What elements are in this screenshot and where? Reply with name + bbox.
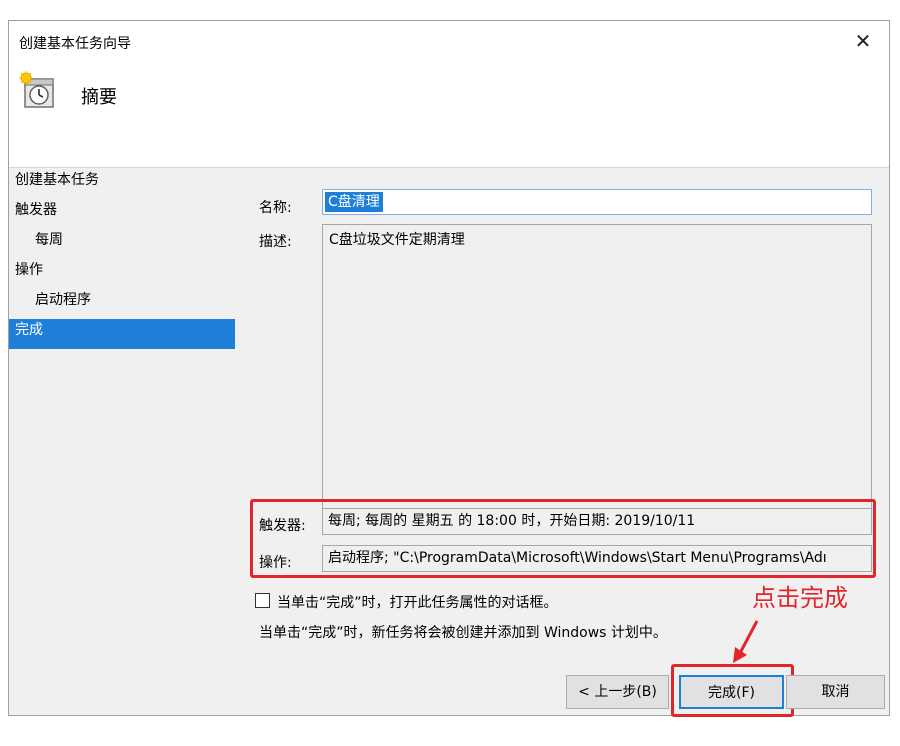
open-properties-label: 当单击“完成”时，打开此任务属性的对话框。	[277, 595, 558, 611]
close-icon[interactable]: ✕	[845, 25, 881, 57]
finish-button[interactable]: 完成(F)	[679, 675, 784, 709]
step-create-basic-task[interactable]: 创建基本任务	[9, 169, 235, 199]
name-value: C盘清理	[325, 192, 383, 212]
trigger-action-highlight	[250, 499, 876, 578]
step-weekly[interactable]: 每周	[9, 229, 235, 259]
title-bar: 创建基本任务向导 ✕	[9, 21, 889, 63]
wizard-steps: 创建基本任务 触发器 每周 操作 启动程序 完成	[9, 169, 235, 349]
step-label: 启动程序	[35, 292, 91, 308]
open-properties-checkbox[interactable]	[255, 593, 270, 608]
step-trigger[interactable]: 触发器	[9, 199, 235, 229]
clock-calendar-icon	[19, 71, 54, 108]
name-label: 名称:	[259, 200, 292, 216]
arrow-icon	[733, 620, 759, 663]
step-label: 每周	[35, 232, 63, 248]
step-label: 触发器	[15, 202, 57, 218]
wizard-header: 摘要	[9, 63, 889, 168]
window-title: 创建基本任务向导	[19, 36, 131, 52]
step-label: 创建基本任务	[15, 172, 99, 188]
step-action[interactable]: 操作	[9, 259, 235, 289]
desc-value: C盘垃圾文件定期清理	[329, 232, 465, 248]
desc-textarea[interactable]: C盘垃圾文件定期清理	[322, 224, 872, 511]
desc-label: 描述:	[259, 234, 292, 250]
cancel-button[interactable]: 取消	[786, 675, 885, 709]
step-start-program[interactable]: 启动程序	[9, 289, 235, 319]
step-label: 操作	[15, 262, 43, 278]
info-text: 当单击“完成”时，新任务将会被创建并添加到 Windows 计划中。	[259, 625, 667, 641]
header-title: 摘要	[81, 87, 117, 108]
step-label: 完成	[15, 322, 43, 338]
back-button[interactable]: < 上一步(B)	[566, 675, 669, 709]
name-input[interactable]: C盘清理	[322, 189, 872, 215]
step-finish[interactable]: 完成	[9, 319, 235, 349]
annotation-text: 点击完成	[752, 584, 848, 612]
